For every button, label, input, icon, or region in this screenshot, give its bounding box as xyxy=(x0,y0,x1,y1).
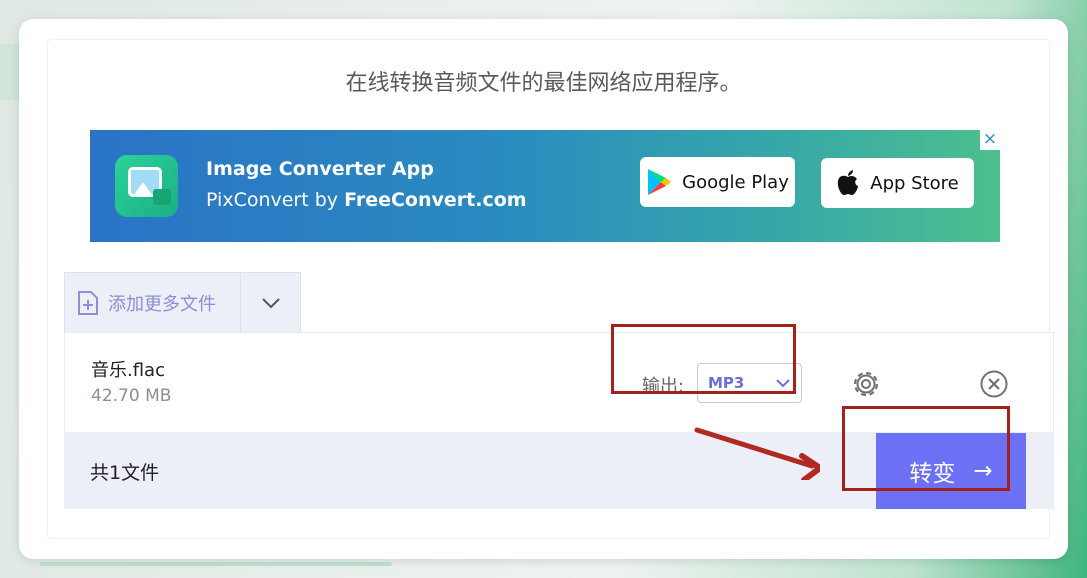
add-more-files-label: 添加更多文件 xyxy=(108,294,216,315)
close-circle-icon[interactable] xyxy=(979,369,1009,399)
banner-subtitle-brand: FreeConvert.com xyxy=(344,189,527,211)
gear-icon[interactable] xyxy=(850,368,882,400)
apple-icon xyxy=(838,170,859,195)
convert-highlight-box xyxy=(842,406,1010,491)
add-files-control: 添加更多文件 xyxy=(64,272,301,333)
image-converter-app-icon xyxy=(115,155,178,217)
page-subtitle: 在线转换音频文件的最佳网络应用程序。 xyxy=(345,71,742,96)
banner-title: Image Converter App xyxy=(206,158,434,180)
google-play-label: Google Play xyxy=(682,171,789,193)
file-size: 42.70 MB xyxy=(91,386,172,406)
app-store-button[interactable]: App Store xyxy=(821,158,974,208)
output-highlight-box xyxy=(611,324,796,394)
app-store-label: App Store xyxy=(870,172,959,194)
add-more-files-button[interactable]: 添加更多文件 xyxy=(65,273,241,333)
google-play-button[interactable]: Google Play xyxy=(640,157,795,207)
add-files-dropdown[interactable] xyxy=(241,273,300,333)
file-count: 共1文件 xyxy=(90,462,160,484)
banner-subtitle: PixConvert by FreeConvert.com xyxy=(206,189,527,211)
background-line xyxy=(40,562,392,566)
chevron-down-icon xyxy=(261,298,280,309)
banner-subtitle-prefix: PixConvert by xyxy=(206,189,345,211)
ad-banner[interactable]: × Image Converter App PixConvert by Free… xyxy=(90,130,1000,242)
banner-close-button[interactable]: × xyxy=(980,130,1000,150)
annotation-arrow-icon xyxy=(694,427,820,480)
google-play-icon xyxy=(648,169,672,195)
file-plus-icon xyxy=(78,291,98,315)
file-name: 音乐.flac xyxy=(91,360,165,381)
